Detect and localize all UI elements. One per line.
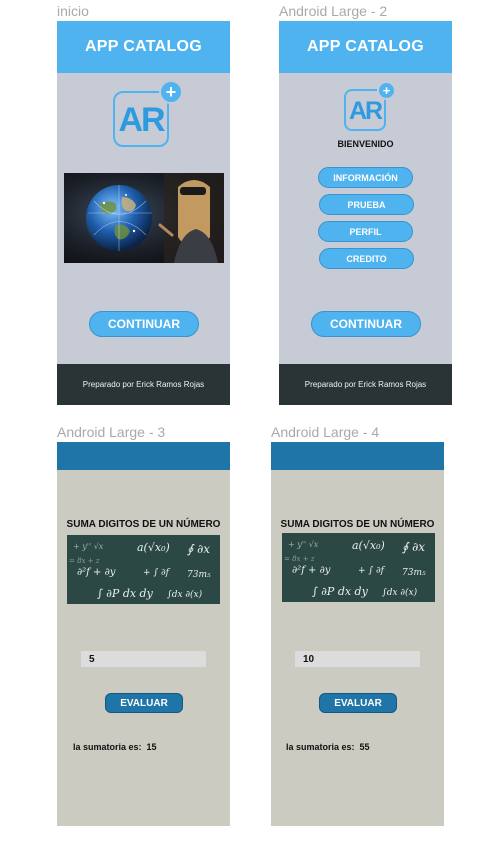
frame-android-large-3: SUMA DIGITOS DE UN NÚMERO + y'' √x a(√x₀…: [57, 442, 230, 826]
svg-text:∫dx ∂(x): ∫dx ∂(x): [167, 589, 203, 600]
menu-perfil-button[interactable]: PERFIL: [318, 221, 413, 242]
frame-label-android-large-3: Android Large - 3: [57, 424, 166, 440]
svg-text:73m₅: 73m₅: [187, 570, 211, 580]
result-label: la sumatoria es:: [286, 742, 355, 752]
svg-text:∂²f + ∂y: ∂²f + ∂y: [292, 565, 331, 576]
ar-hero-image: [64, 173, 224, 263]
ar-logo-text: AR: [348, 97, 383, 125]
evaluate-button[interactable]: EVALUAR: [105, 693, 183, 713]
plus-icon: +: [377, 81, 396, 100]
svg-text:+ y'' √x: + y'' √x: [73, 542, 104, 551]
svg-text:∂²f + ∂y: ∂²f + ∂y: [77, 567, 116, 578]
frame-label-inicio: inicio: [57, 3, 89, 19]
continue-button[interactable]: CONTINUAR: [89, 311, 199, 337]
svg-text:∮ ∂x: ∮ ∂x: [187, 542, 210, 556]
svg-text:+ y'' √x: + y'' √x: [288, 540, 319, 549]
footer-credit: Preparado por Erick Ramos Rojas: [279, 364, 452, 405]
evaluate-button[interactable]: EVALUAR: [319, 693, 397, 713]
page-title: SUMA DIGITOS DE UN NÚMERO: [280, 519, 435, 530]
continue-button[interactable]: CONTINUAR: [311, 311, 421, 337]
frame-label-android-large-2: Android Large - 2: [279, 3, 388, 19]
result-value: 55: [359, 742, 370, 752]
svg-text:∫ ∂P dx dy: ∫ ∂P dx dy: [97, 587, 154, 600]
welcome-title: BIENVENIDO: [337, 139, 394, 149]
app-header-bar: [57, 442, 230, 470]
svg-text:a(√x₀): a(√x₀): [137, 541, 170, 554]
plus-icon: +: [159, 80, 183, 104]
menu-credito-button[interactable]: CREDITO: [319, 248, 414, 269]
result-label: la sumatoria es:: [73, 742, 142, 752]
svg-text:∮ ∂x: ∮ ∂x: [402, 540, 425, 554]
number-input[interactable]: 5: [81, 651, 206, 667]
svg-text:+ ∫ ∂f: + ∫ ∂f: [358, 566, 386, 576]
math-chalkboard-image: + y'' √x a(√x₀) ∮ ∂x ∂²f + ∂y + ∫ ∂f 73m…: [67, 535, 220, 604]
frame-android-large-2: APP CATALOG AR + BIENVENIDO INFORMACIÓN …: [279, 21, 452, 405]
app-header: APP CATALOG: [279, 21, 452, 73]
svg-text:+ ∫ ∂f: + ∫ ∂f: [143, 568, 171, 578]
app-header-bar: [271, 442, 444, 470]
math-chalkboard-image: + y'' √x a(√x₀) ∮ ∂x ∂²f + ∂y + ∫ ∂f 73m…: [282, 533, 435, 602]
svg-text:a(√x₀): a(√x₀): [352, 539, 385, 552]
number-input[interactable]: 10: [295, 651, 420, 667]
result-value: 15: [146, 742, 157, 752]
frame-android-large-4: SUMA DIGITOS DE UN NÚMERO + y'' √x a(√x₀…: [271, 442, 444, 826]
footer-credit: Preparado por Erick Ramos Rojas: [57, 364, 230, 405]
ar-logo-text: AR: [118, 101, 165, 139]
menu-prueba-button[interactable]: PRUEBA: [319, 194, 414, 215]
svg-text:∫dx ∂(x): ∫dx ∂(x): [382, 587, 418, 598]
result-text: la sumatoria es: 55: [286, 742, 370, 752]
svg-text:= 8x + z: = 8x + z: [69, 557, 100, 565]
app-header: APP CATALOG: [57, 21, 230, 73]
result-text: la sumatoria es: 15: [73, 742, 157, 752]
frame-inicio: APP CATALOG AR + CONTINUAR Preparado por…: [57, 21, 230, 405]
svg-text:= 8x + z: = 8x + z: [284, 555, 315, 563]
menu-informacion-button[interactable]: INFORMACIÓN: [318, 167, 413, 188]
svg-text:73m₅: 73m₅: [402, 568, 426, 578]
page-title: SUMA DIGITOS DE UN NÚMERO: [66, 519, 221, 530]
svg-text:∫ ∂P dx dy: ∫ ∂P dx dy: [312, 585, 369, 598]
frame-label-android-large-4: Android Large - 4: [271, 424, 380, 440]
